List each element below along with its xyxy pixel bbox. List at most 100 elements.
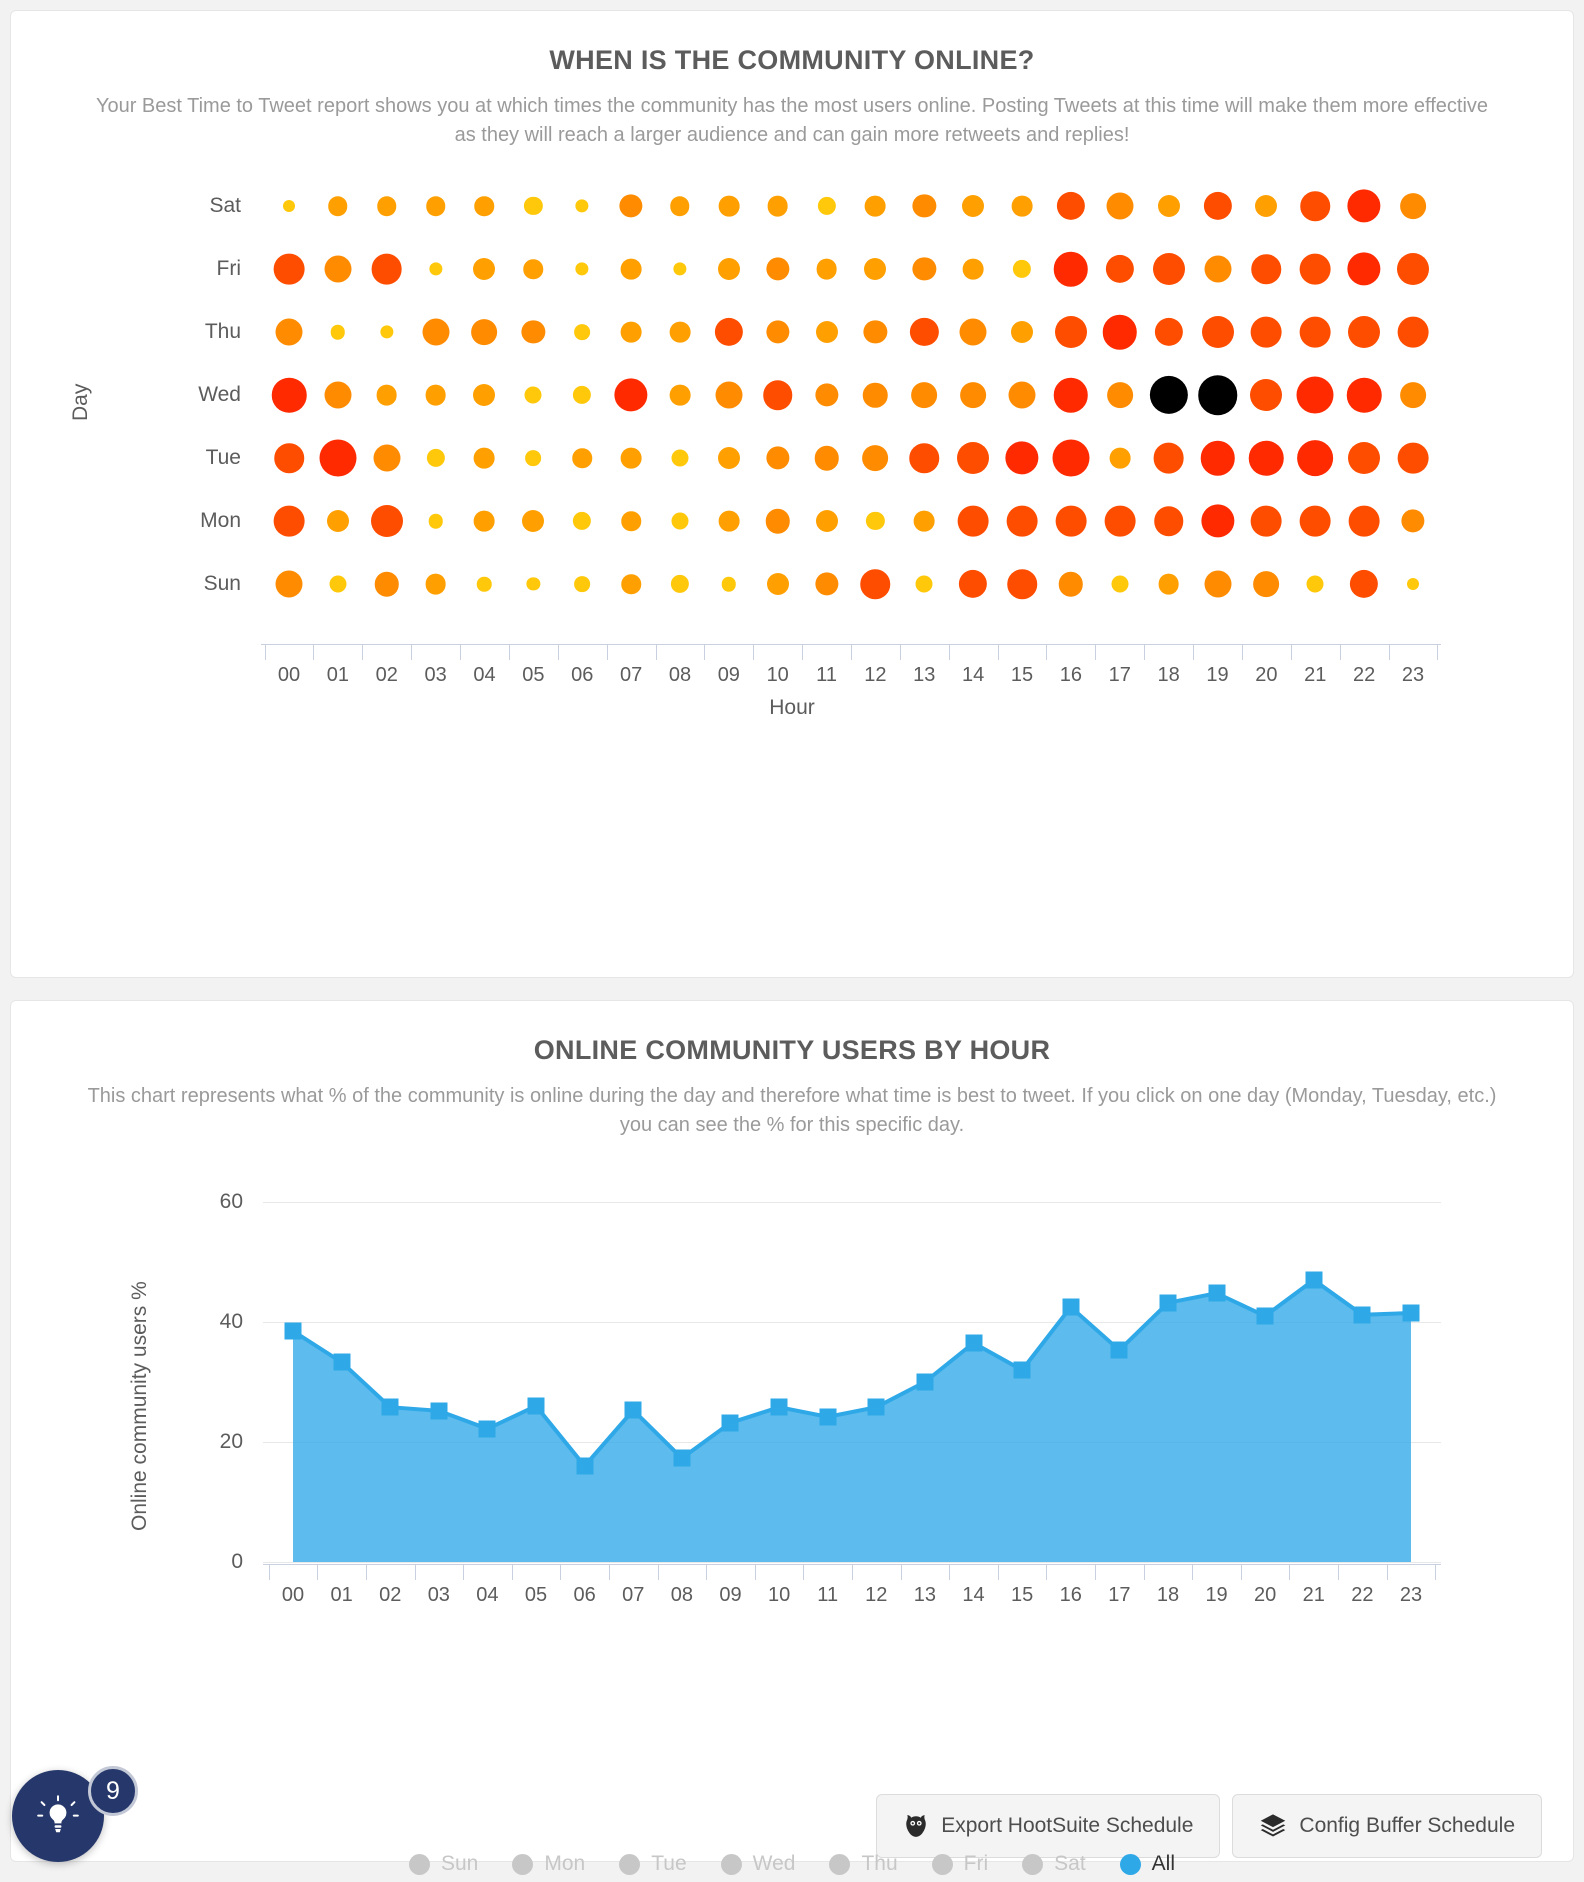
bubble-fri-17[interactable] [1105, 254, 1134, 284]
bubble-mon-07[interactable] [621, 511, 641, 531]
bubble-sun-12[interactable] [860, 569, 891, 599]
bubble-tue-10[interactable] [766, 446, 790, 470]
bubble-sun-15[interactable] [1007, 569, 1037, 599]
legend-item-wed[interactable]: Wed [720, 1852, 795, 1876]
area-data-point-18[interactable] [1159, 1294, 1177, 1312]
bubble-wed-01[interactable] [324, 381, 352, 409]
bubble-sun-00[interactable] [275, 570, 303, 598]
bubble-tue-19[interactable] [1200, 440, 1235, 476]
bubble-wed-07[interactable] [614, 378, 648, 412]
bubble-thu-20[interactable] [1251, 316, 1282, 348]
bubble-mon-04[interactable] [474, 510, 495, 532]
bubble-thu-08[interactable] [669, 321, 691, 343]
area-chart[interactable]: Online community users % 0 20 40 60 00 01 02 03… [11, 1180, 1573, 1650]
legend-item-tue[interactable]: Tue [619, 1852, 687, 1876]
bubble-fri-04[interactable] [473, 258, 496, 280]
bubble-sat-15[interactable] [1011, 195, 1033, 217]
bubble-tue-08[interactable] [671, 449, 689, 467]
area-data-point-00[interactable] [284, 1322, 302, 1340]
legend-item-sat[interactable]: Sat [1022, 1852, 1086, 1876]
bubble-thu-09[interactable] [714, 317, 743, 347]
bubble-thu-00[interactable] [275, 318, 303, 346]
bubble-sun-11[interactable] [814, 572, 839, 596]
bubble-sun-14[interactable] [959, 569, 988, 599]
bubble-mon-15[interactable] [1006, 505, 1038, 537]
bubble-fri-20[interactable] [1251, 254, 1282, 284]
bubble-sun-17[interactable] [1111, 575, 1129, 593]
bubble-fri-22[interactable] [1347, 252, 1381, 286]
bubble-tue-18[interactable] [1153, 442, 1185, 474]
bubble-thu-15[interactable] [1011, 321, 1034, 343]
legend-item-all[interactable]: All [1119, 1852, 1175, 1876]
bubble-sun-21[interactable] [1306, 575, 1324, 593]
bubble-wed-02[interactable] [376, 384, 398, 406]
bubble-sun-03[interactable] [425, 573, 446, 595]
bubble-tue-09[interactable] [717, 447, 740, 469]
bubble-sat-02[interactable] [376, 196, 397, 216]
bubble-fri-07[interactable] [620, 258, 642, 280]
bubble-mon-13[interactable] [913, 510, 935, 532]
bubble-mon-14[interactable] [957, 505, 989, 537]
bubble-sat-00[interactable] [283, 200, 295, 212]
bubble-mon-02[interactable] [370, 505, 403, 537]
area-data-point-10[interactable] [770, 1398, 788, 1416]
area-data-point-07[interactable] [624, 1401, 642, 1419]
bubble-tue-21[interactable] [1297, 440, 1334, 476]
legend-item-fri[interactable]: Fri [931, 1852, 988, 1876]
area-data-point-12[interactable] [867, 1398, 885, 1416]
bubble-wed-16[interactable] [1053, 377, 1089, 413]
bubble-tue-06[interactable] [572, 448, 592, 468]
bubble-tue-04[interactable] [474, 447, 495, 469]
bubble-sun-23[interactable] [1407, 578, 1419, 590]
bubble-sat-12[interactable] [865, 195, 886, 217]
legend-item-thu[interactable]: Thu [829, 1852, 898, 1876]
bubble-tue-15[interactable] [1005, 441, 1039, 475]
bubble-fri-12[interactable] [864, 258, 887, 280]
bubble-wed-22[interactable] [1346, 377, 1382, 413]
area-data-point-05[interactable] [527, 1397, 545, 1415]
bubble-thu-23[interactable] [1397, 316, 1429, 348]
area-data-point-04[interactable] [478, 1420, 496, 1438]
bubble-wed-05[interactable] [524, 386, 542, 404]
area-chart-legend[interactable]: Sun Mon Tue Wed Thu Fri Sat All [0, 1852, 1584, 1876]
area-data-point-06[interactable] [576, 1457, 594, 1475]
area-data-point-14[interactable] [965, 1334, 983, 1352]
bubble-sun-04[interactable] [477, 576, 492, 592]
bubble-mon-22[interactable] [1348, 505, 1380, 537]
legend-item-mon[interactable]: Mon [512, 1852, 585, 1876]
bubble-sun-22[interactable] [1350, 569, 1379, 599]
bubble-fri-08[interactable] [673, 262, 687, 276]
bubble-mon-03[interactable] [428, 513, 443, 529]
bubble-fri-21[interactable] [1299, 253, 1331, 285]
bubble-wed-08[interactable] [669, 384, 691, 406]
bubble-tue-11[interactable] [814, 445, 839, 471]
bubble-mon-09[interactable] [718, 510, 740, 532]
area-data-point-09[interactable] [721, 1414, 739, 1432]
bubble-wed-13[interactable] [911, 382, 938, 408]
bubble-wed-09[interactable] [715, 381, 743, 409]
bubble-tue-03[interactable] [426, 448, 445, 468]
bubble-mon-16[interactable] [1055, 505, 1087, 537]
bubble-thu-22[interactable] [1348, 316, 1381, 348]
bubble-thu-11[interactable] [815, 321, 838, 343]
bubble-sat-07[interactable] [619, 194, 643, 218]
bubble-thu-16[interactable] [1054, 316, 1087, 348]
bubble-sat-14[interactable] [962, 195, 985, 217]
help-notification-count[interactable]: 9 [88, 1766, 138, 1816]
bubble-sun-09[interactable] [721, 576, 737, 592]
bubble-thu-04[interactable] [471, 319, 498, 345]
bubble-fri-02[interactable] [371, 253, 403, 285]
bubble-thu-17[interactable] [1102, 314, 1138, 350]
bubble-mon-00[interactable] [273, 505, 305, 537]
bubble-wed-12[interactable] [863, 382, 888, 408]
bubble-sun-10[interactable] [766, 573, 789, 595]
bubble-sat-04[interactable] [474, 196, 495, 216]
bubble-sat-05[interactable] [524, 196, 543, 216]
bubble-sat-17[interactable] [1106, 192, 1134, 220]
bubble-wed-23[interactable] [1400, 382, 1426, 408]
area-data-point-11[interactable] [819, 1408, 837, 1426]
bubble-sat-20[interactable] [1255, 195, 1278, 217]
bubble-tue-20[interactable] [1249, 440, 1284, 476]
area-data-point-02[interactable] [381, 1398, 399, 1416]
area-data-point-08[interactable] [673, 1449, 691, 1467]
